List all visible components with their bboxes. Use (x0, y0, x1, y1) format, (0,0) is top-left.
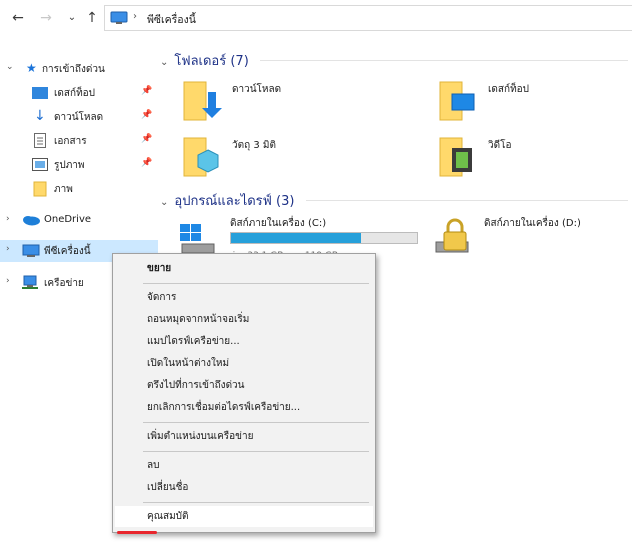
menu-separator (143, 422, 369, 423)
menu-item-manage[interactable]: จัดการ (115, 287, 373, 308)
sidebar-item-downloads[interactable]: ↓ ดาวน์โหลด 📌 (0, 106, 158, 128)
forward-arrow-icon[interactable]: → (36, 8, 56, 28)
computer-icon (22, 244, 40, 261)
navigation-bar: ← → ⌄ ↑ › พีซีเครื่องนี้ (0, 0, 632, 36)
document-icon (34, 133, 46, 151)
menu-item-properties[interactable]: คุณสมบัติ (115, 506, 373, 527)
3d-objects-folder-icon (183, 137, 219, 177)
pin-icon[interactable]: 📌 (141, 110, 152, 120)
context-menu: ขยาย จัดการ ถอนหมุดจากหน้าจอเริ่ม แมปไดร… (112, 253, 376, 533)
devices-group-title: อุปกรณ์และไดรฟ์ (3) (174, 194, 295, 209)
downloads-folder-icon (183, 81, 222, 121)
sidebar-item-label: การเข้าถึงด่วน (42, 64, 105, 75)
pin-icon[interactable]: 📌 (141, 86, 152, 96)
group-divider (260, 60, 628, 61)
menu-item-delete[interactable]: ลบ (115, 455, 373, 476)
drive-name: ดิสก์ภายในเครื่อง (D:) (484, 218, 581, 229)
chevron-right-icon[interactable]: › (6, 244, 10, 254)
menu-item-unpin-from-start[interactable]: ถอนหมุดจากหน้าจอเริ่ม (115, 309, 373, 330)
chevron-down-icon[interactable]: ⌄ (6, 62, 14, 72)
highlight-underline (117, 531, 157, 534)
sidebar-item-pictures[interactable]: รูปภาพ 📌 (0, 154, 158, 176)
pictures-icon (32, 158, 48, 174)
drive-usage-bar (230, 232, 418, 244)
recent-locations-chevron-icon[interactable]: ⌄ (62, 8, 82, 28)
folder-label: วัตถุ 3 มิติ (232, 140, 276, 151)
chevron-down-icon[interactable]: ⌄ (160, 57, 168, 68)
up-arrow-icon[interactable]: ↑ (82, 8, 102, 28)
drive-usage-fill (231, 233, 362, 243)
sidebar-item-quick-access[interactable]: ⌄ ★ การเข้าถึงด่วน (0, 58, 158, 80)
menu-item-map-network-drive[interactable]: แมปไดรฟ์เครือข่าย... (115, 331, 373, 352)
menu-separator (143, 283, 369, 284)
address-bar[interactable]: › พีซีเครื่องนี้ (104, 5, 632, 31)
menu-item-expand[interactable]: ขยาย (115, 258, 373, 279)
desktop-icon (32, 87, 48, 102)
folder-icon (33, 181, 47, 200)
sidebar-item-desktop[interactable]: เดสก์ท็อป 📌 (0, 82, 158, 104)
drive-d[interactable]: ดิสก์ภายในเครื่อง (D:) (432, 216, 628, 260)
download-arrow-icon: ↓ (34, 108, 46, 124)
chevron-right-icon[interactable]: › (6, 214, 10, 224)
breadcrumb-this-pc[interactable]: พีซีเครื่องนี้ (147, 11, 196, 28)
sidebar-item-label: เอกสาร (54, 136, 87, 147)
sidebar-item-onedrive[interactable]: › OneDrive (0, 210, 158, 232)
network-icon (22, 275, 40, 293)
desktop-folder-icon (439, 81, 475, 121)
folder-videos[interactable]: วิดีโอ (438, 134, 628, 184)
pin-icon[interactable]: 📌 (141, 134, 152, 144)
sidebar-item-label: รูปภาพ (54, 160, 85, 171)
back-arrow-icon[interactable]: ← (8, 8, 28, 28)
chevron-down-icon[interactable]: ⌄ (160, 197, 168, 208)
devices-group-header[interactable]: ⌄ อุปกรณ์และไดรฟ์ (3) (160, 190, 294, 211)
star-icon: ★ (26, 61, 37, 75)
menu-item-pin-to-quick-access[interactable]: ตรึงไปที่การเข้าถึงด่วน (115, 375, 373, 396)
drive-name: ดิสก์ภายในเครื่อง (C:) (230, 218, 327, 229)
group-divider (306, 200, 628, 201)
sidebar-item-label: เครือข่าย (44, 278, 84, 289)
cloud-icon (22, 214, 40, 229)
sidebar-item-label: ภาพ (54, 184, 73, 195)
sidebar-item-label: ดาวน์โหลด (54, 112, 104, 123)
sidebar-item-label: พีซีเครื่องนี้ (44, 246, 91, 257)
locked-drive-icon (435, 218, 469, 253)
videos-folder-icon (439, 137, 472, 177)
this-pc-icon (110, 11, 128, 28)
folder-label: เดสก์ท็อป (488, 84, 530, 95)
sidebar-item-images-folder[interactable]: ภาพ (0, 178, 158, 200)
chevron-right-icon[interactable]: › (6, 276, 10, 286)
folders-group-title: โฟลเดอร์ (7) (174, 54, 249, 69)
sidebar-item-label: OneDrive (44, 214, 92, 225)
folder-label: วิดีโอ (488, 140, 512, 151)
folder-downloads[interactable]: ดาวน์โหลด (182, 78, 382, 128)
menu-separator (143, 451, 369, 452)
folders-group-header[interactable]: ⌄ โฟลเดอร์ (7) (160, 50, 249, 71)
sidebar-item-documents[interactable]: เอกสาร 📌 (0, 130, 158, 152)
folder-3d-objects[interactable]: วัตถุ 3 มิติ (182, 134, 382, 184)
sidebar-item-label: เดสก์ท็อป (54, 88, 96, 99)
breadcrumb-separator-icon[interactable]: › (133, 11, 137, 22)
menu-item-add-network-location[interactable]: เพิ่มตำแหน่งบนเครือข่าย (115, 426, 373, 447)
folder-desktop[interactable]: เดสก์ท็อป (438, 78, 628, 128)
menu-item-rename[interactable]: เปลี่ยนชื่อ (115, 477, 373, 498)
menu-item-disconnect-network-drive[interactable]: ยกเลิกการเชื่อมต่อไดรฟ์เครือข่าย... (115, 397, 373, 418)
pin-icon[interactable]: 📌 (141, 158, 152, 168)
menu-item-open-new-window[interactable]: เปิดในหน้าต่างใหม่ (115, 353, 373, 374)
folder-label: ดาวน์โหลด (232, 84, 282, 95)
menu-separator (143, 502, 369, 503)
